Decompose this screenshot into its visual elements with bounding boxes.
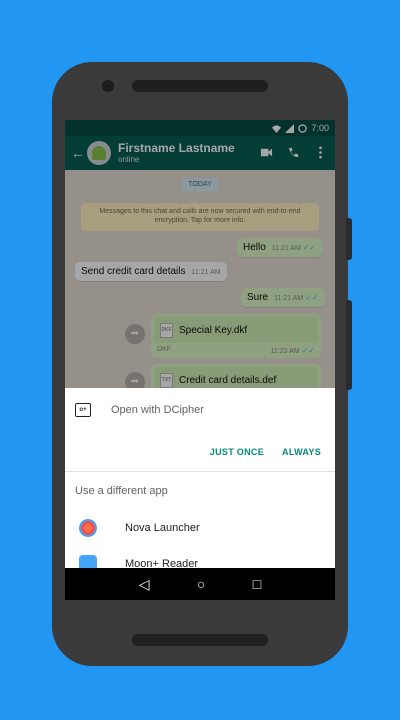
front-camera [102, 80, 114, 92]
just-once-button[interactable]: JUST ONCE [210, 447, 264, 457]
sheet-button-row: JUST ONCE ALWAYS [65, 432, 335, 472]
phone-screen: 7:00 ← Firstname Lastname online TODAY M… [65, 120, 335, 600]
nav-home-icon[interactable]: ○ [197, 576, 205, 592]
power-button [346, 300, 352, 390]
system-nav-bar: ◁ ○ □ [65, 568, 335, 600]
open-with-sheet: o+ Open with DCipher JUST ONCE ALWAYS Us… [65, 388, 335, 573]
bottom-speaker [132, 634, 268, 646]
app-item-nova-launcher[interactable]: Nova Launcher [65, 510, 335, 546]
open-with-row[interactable]: o+ Open with DCipher [65, 388, 335, 432]
nova-launcher-icon [79, 519, 97, 537]
app-item-label: Nova Launcher [125, 522, 200, 534]
different-app-heading: Use a different app [75, 485, 168, 497]
dcipher-app-icon: o+ [75, 403, 91, 417]
nav-recents-icon[interactable]: □ [253, 576, 261, 592]
top-speaker [132, 80, 268, 92]
volume-button [346, 218, 352, 260]
open-with-label: Open with DCipher [111, 404, 204, 416]
always-button[interactable]: ALWAYS [282, 447, 321, 457]
nav-back-icon[interactable]: ◁ [139, 576, 150, 593]
